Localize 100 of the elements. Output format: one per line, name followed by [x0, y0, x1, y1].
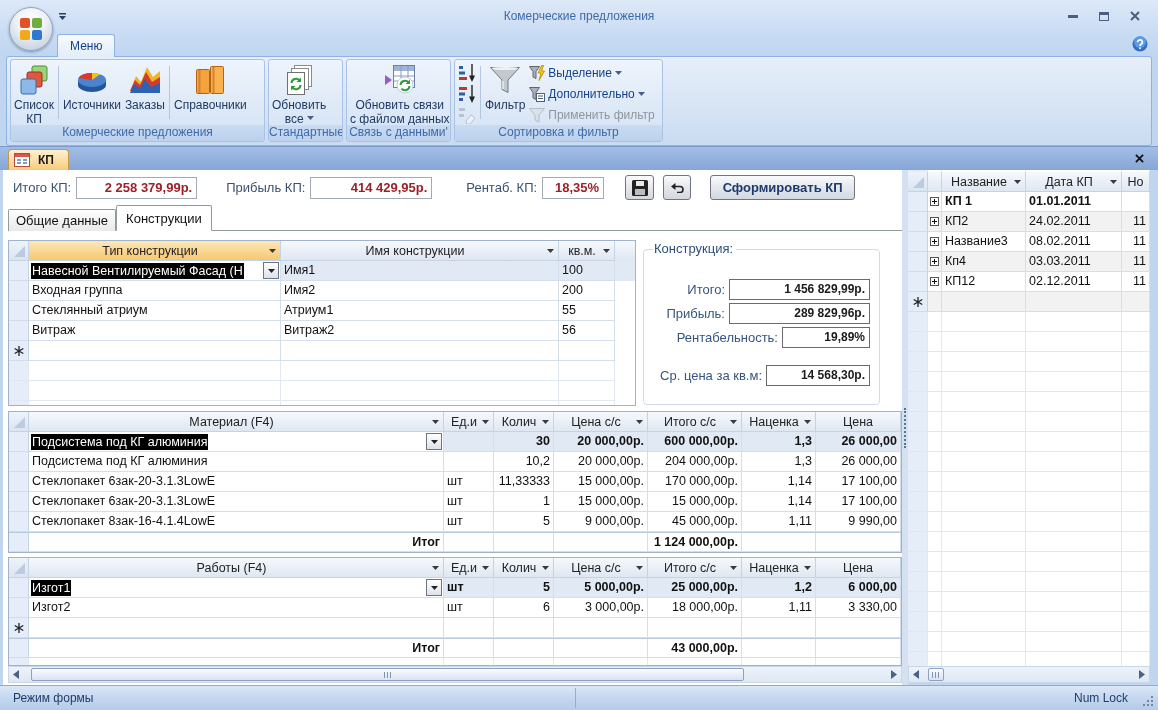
dropdown-button[interactable] — [426, 433, 442, 450]
triangle-icon — [14, 417, 25, 428]
value-field[interactable]: 289 829,96р. — [729, 303, 870, 324]
caret-icon[interactable] — [804, 419, 811, 424]
ribbon-button[interactable]: Дополнительно — [527, 84, 657, 104]
app-menu-button[interactable] — [9, 7, 53, 51]
column-header[interactable]: Работы (F4) — [29, 558, 444, 578]
close-icon[interactable] — [1135, 154, 1144, 163]
ribbon-button[interactable]: Источники — [60, 62, 123, 112]
value-field[interactable]: 1 456 829,99р. — [729, 279, 870, 300]
record-selector[interactable] — [9, 618, 29, 638]
undo-button[interactable] — [663, 175, 692, 200]
new-record-icon — [13, 622, 24, 633]
combo-field[interactable]: Навесной Вентилируемый Фасад (Н — [29, 261, 281, 281]
save-button[interactable] — [625, 175, 655, 200]
scrollbar-thumb[interactable] — [928, 668, 944, 681]
horizontal-scrollbar[interactable] — [8, 666, 902, 683]
form-tab[interactable]: Конструкции — [116, 205, 212, 231]
dropdown-button[interactable] — [426, 579, 442, 596]
expand-icon[interactable] — [930, 257, 939, 266]
close-icon[interactable] — [1130, 11, 1140, 21]
resize-grip-icon[interactable] — [1142, 695, 1153, 706]
column-header[interactable]: Дата КП — [1026, 172, 1122, 192]
expand-icon[interactable] — [930, 197, 939, 206]
caret-icon[interactable] — [542, 565, 549, 570]
generate-button[interactable]: Сформировать КП — [710, 175, 856, 200]
right-arrow-icon[interactable] — [1139, 670, 1145, 679]
right-arrow-icon[interactable] — [891, 670, 897, 679]
combo-field[interactable]: Изгот1 — [29, 578, 444, 598]
document-tab[interactable]: КП — [8, 149, 69, 170]
record-selector[interactable] — [9, 341, 29, 361]
total-field[interactable]: 18,35% — [542, 176, 605, 199]
group-separator — [480, 66, 481, 119]
column-header[interactable]: Колич — [494, 558, 554, 578]
scrollbar-thumb[interactable] — [31, 668, 744, 681]
field-label: Рентаб. КП: — [466, 180, 538, 195]
maximize-icon[interactable] — [1099, 11, 1109, 21]
ribbon-button[interactable]: Фильтр — [483, 62, 528, 112]
column-header[interactable]: кв.м. — [559, 241, 615, 261]
minimize-icon[interactable] — [1068, 14, 1078, 18]
caret-icon[interactable] — [1014, 179, 1021, 184]
record-selector[interactable] — [908, 292, 928, 312]
caret-icon[interactable] — [636, 565, 643, 570]
form-tab[interactable]: Общие данные — [8, 209, 117, 231]
caret-icon[interactable] — [547, 248, 554, 253]
caret-icon[interactable] — [730, 419, 737, 424]
column-header[interactable]: Ед.и — [444, 412, 494, 432]
column-header[interactable]: Но — [1122, 172, 1150, 192]
column-header[interactable]: Название — [942, 172, 1026, 192]
column-header[interactable]: Наценка — [742, 412, 816, 432]
funnel-icon — [529, 107, 546, 123]
field-label: Итого: — [687, 282, 725, 297]
column-header[interactable]: Итого с/с — [648, 558, 742, 578]
horizontal-scrollbar[interactable] — [908, 666, 1150, 683]
ribbon-button[interactable]: Справочники — [172, 62, 249, 112]
ribbon-button[interactable]: Обновить все — [270, 62, 329, 125]
combo-field[interactable]: Подсистема под КГ алюминия — [29, 432, 444, 452]
field-label: Прибыль КП: — [226, 180, 306, 195]
column-header[interactable]: Ед.и — [444, 558, 494, 578]
ribbon-button[interactable]: Выделение — [527, 63, 657, 83]
column-header[interactable]: Имя конструкции — [281, 241, 559, 261]
caret-icon[interactable] — [432, 565, 439, 570]
column-header[interactable]: Цена с/с — [554, 412, 648, 432]
sort-button[interactable] — [456, 63, 478, 83]
caret-icon[interactable] — [1110, 179, 1117, 184]
column-header[interactable]: Цена — [816, 412, 901, 432]
expand-icon[interactable] — [930, 277, 939, 286]
left-arrow-icon[interactable] — [13, 670, 19, 679]
caret-icon[interactable] — [482, 565, 489, 570]
value-field[interactable]: 19,89% — [782, 327, 870, 348]
caret-icon[interactable] — [59, 12, 66, 20]
caret-icon[interactable] — [432, 419, 439, 424]
expand-icon[interactable] — [930, 217, 939, 226]
column-header[interactable]: Колич — [494, 412, 554, 432]
caret-icon[interactable] — [542, 419, 549, 424]
value-field[interactable]: 14 568,30р. — [766, 365, 870, 386]
column-header[interactable]: Материал (F4) — [29, 412, 444, 432]
help-icon[interactable] — [1132, 36, 1148, 52]
column-header[interactable]: Цена — [816, 558, 901, 578]
caret-icon[interactable] — [730, 565, 737, 570]
caret-icon[interactable] — [482, 419, 489, 424]
caret-icon[interactable] — [636, 419, 643, 424]
dropdown-button[interactable] — [263, 262, 279, 279]
ribbon-button[interactable]: Заказы — [122, 62, 167, 112]
caret-icon[interactable] — [804, 565, 811, 570]
column-header[interactable]: Цена с/с — [554, 558, 648, 578]
left-arrow-icon[interactable] — [913, 670, 919, 679]
expand-icon[interactable] — [930, 237, 939, 246]
group-label: Связь с данными' — [347, 125, 450, 141]
ribbon-button[interactable]: Список КП — [12, 62, 56, 125]
caret-icon[interactable] — [603, 248, 610, 253]
status-text: Режим формы — [0, 688, 576, 708]
total-field[interactable]: 414 429,95р. — [310, 176, 433, 199]
total-field[interactable]: 2 258 379,99р. — [76, 176, 198, 199]
column-header[interactable]: Итого с/с — [648, 412, 742, 432]
column-header[interactable]: Тип конструкции — [29, 241, 281, 261]
column-header[interactable]: Наценка — [742, 558, 816, 578]
ribbon-tab[interactable]: Меню — [57, 34, 116, 57]
caret-icon[interactable] — [269, 248, 276, 253]
sort-button[interactable] — [456, 84, 478, 104]
